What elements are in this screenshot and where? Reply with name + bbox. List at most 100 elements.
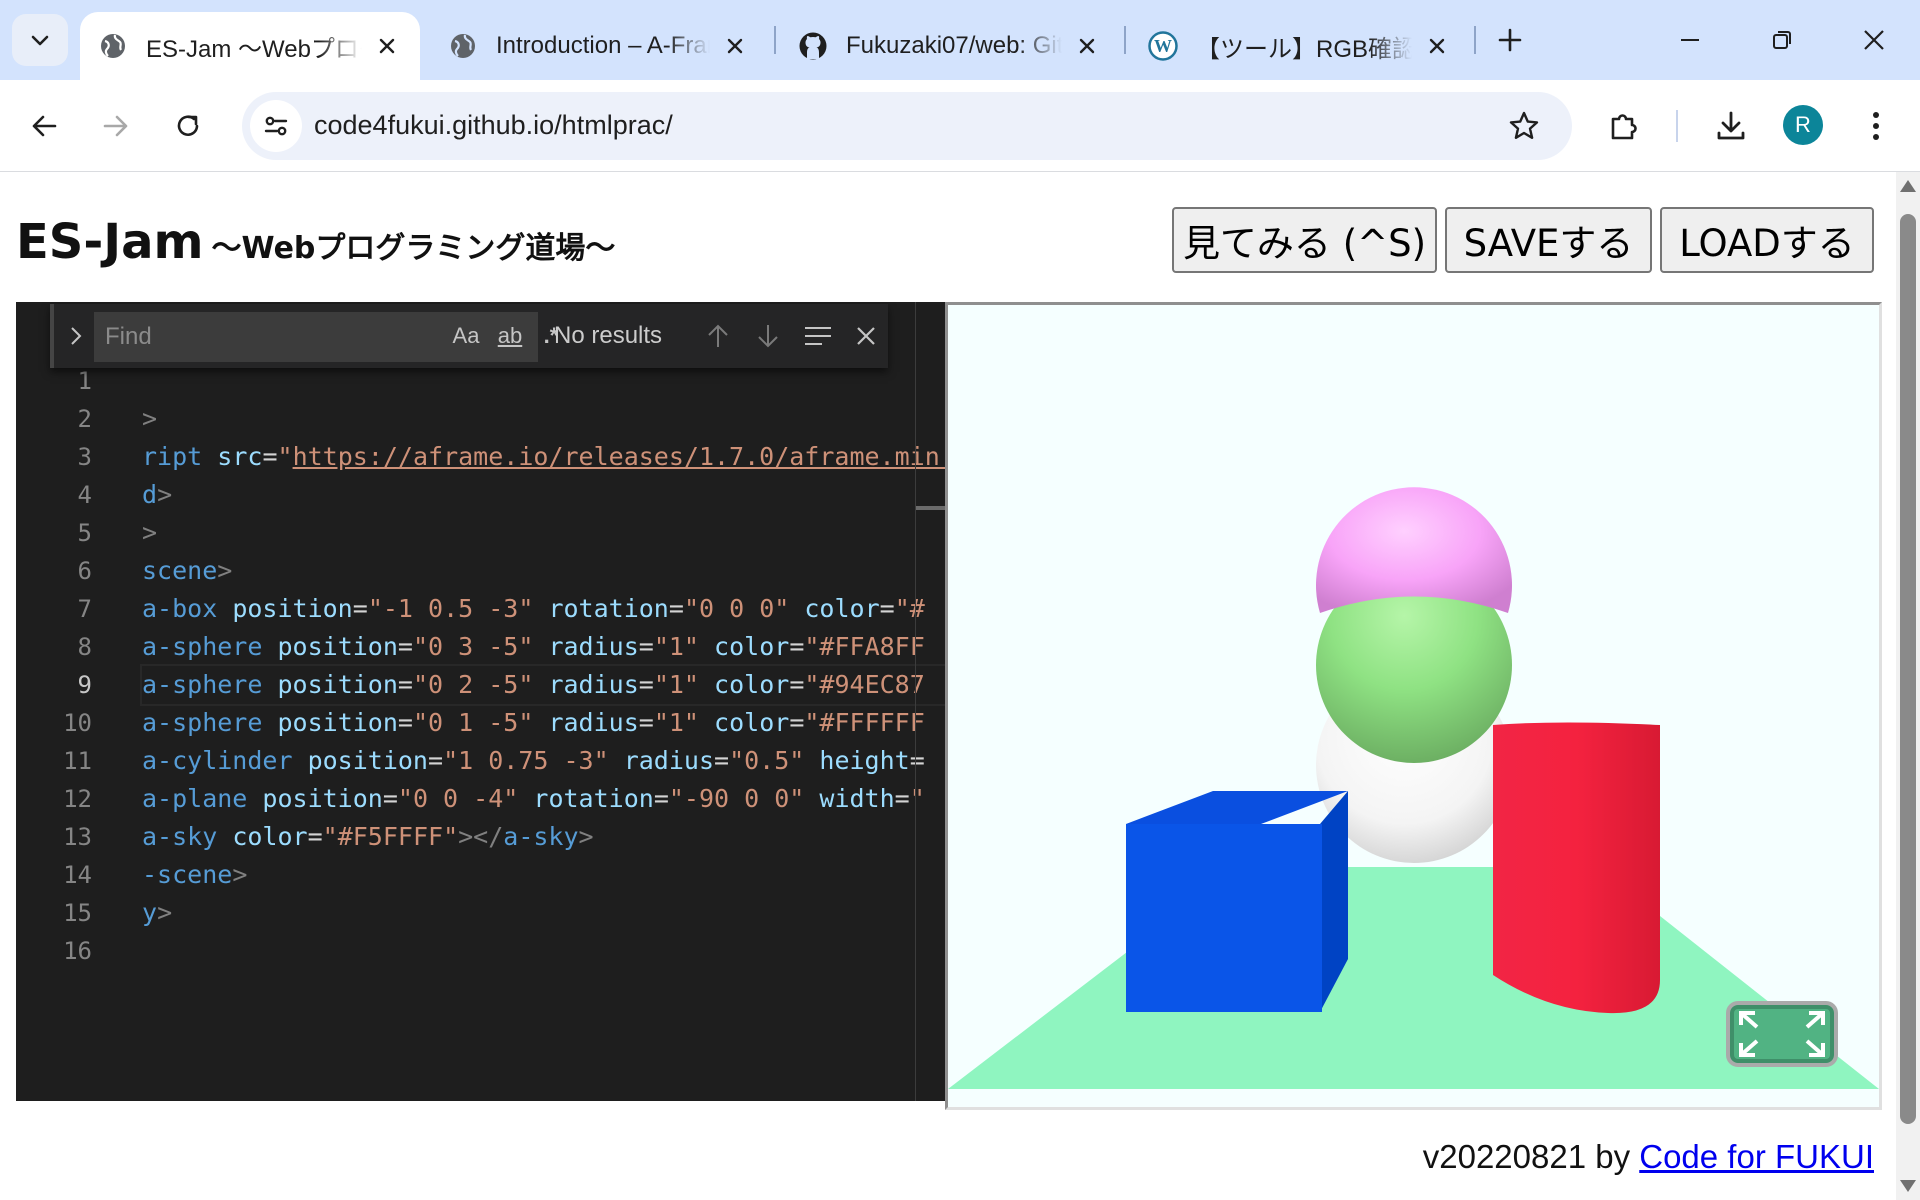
code-token: = (307, 822, 323, 851)
code-editor[interactable]: 1 2 3 4 5 6 7 8 9 10 11 12 13 14 15 16 > ript src="https… (16, 302, 945, 1101)
code-token: = (879, 594, 895, 623)
page-scrollbar[interactable] (1896, 172, 1920, 1200)
code-token: "#FFFFFF (804, 708, 925, 737)
code-token: "-90 0 0" (668, 784, 805, 813)
bookmark-star-button[interactable] (1506, 108, 1542, 144)
code-token: position (277, 670, 398, 699)
aframe-scene[interactable] (948, 305, 1879, 1107)
next-match-button[interactable] (750, 318, 786, 354)
new-tab-button[interactable] (1488, 18, 1532, 62)
tab-rgb-tool[interactable]: W 【ツール】RGB確認ツール (1130, 12, 1470, 80)
editor-scrollbar-thumb[interactable] (916, 506, 945, 510)
toggle-replace-button[interactable] (64, 320, 88, 352)
tab-aframe-intro[interactable]: Introduction – A-Frame (430, 12, 768, 80)
line-number: 7 (77, 595, 92, 623)
code-line[interactable]: a-cylinder position="1 0.75 -3" radius="… (142, 742, 945, 780)
code-token: = (428, 746, 444, 775)
code-token: a-box (142, 594, 218, 623)
code-token: ript (142, 442, 203, 471)
code-token: color (232, 822, 308, 851)
window-close-button[interactable] (1844, 14, 1904, 66)
code-token: > (578, 822, 594, 851)
code-token: radius (623, 746, 715, 775)
code-token: = (638, 708, 654, 737)
close-icon (857, 327, 875, 345)
code-line[interactable] (142, 932, 945, 970)
code-line[interactable]: a-sky color="#F5FFFF"></a-sky> (142, 818, 945, 856)
wordpress-icon: W (1148, 31, 1178, 61)
reload-button[interactable] (164, 102, 212, 150)
code-area[interactable]: > ript src="https://aframe.io/releases/1.… (140, 362, 945, 970)
code-line[interactable]: scene> (142, 552, 945, 590)
scroll-up-arrow[interactable] (1900, 180, 1916, 192)
scroll-down-arrow[interactable] (1900, 1180, 1916, 1192)
tab-esjam[interactable]: ES-Jam 〜Webプログラミング道場〜 (80, 12, 420, 80)
code-token: a-sphere (142, 670, 263, 699)
code-token: = (397, 708, 413, 737)
code-token: > (142, 518, 158, 547)
minimize-button[interactable] (1660, 14, 1720, 66)
restore-button[interactable] (1752, 14, 1812, 66)
browser-menu-button[interactable] (1852, 102, 1900, 150)
code-token: color (804, 594, 880, 623)
tab-search-button[interactable] (12, 14, 68, 66)
back-button[interactable] (20, 102, 68, 150)
load-button[interactable]: LOADする (1660, 207, 1874, 273)
close-icon[interactable] (1422, 31, 1452, 61)
code-line[interactable]: a-sphere position="0 2 -5" radius="1" co… (140, 664, 945, 706)
tab-title: 【ツール】RGB確認ツール (1196, 35, 1412, 63)
find-close-button[interactable] (848, 318, 884, 354)
code-token: = (262, 442, 278, 471)
code-line[interactable]: a-box position="-1 0.5 -3" rotation="0 0… (142, 590, 945, 628)
code-line[interactable]: -scene> (142, 856, 945, 894)
star-icon (1509, 111, 1539, 139)
code-line[interactable]: a-sphere position="0 1 -5" radius="1" co… (142, 704, 945, 742)
site-info-button[interactable] (250, 100, 302, 152)
page-scrollbar-thumb[interactable] (1900, 214, 1916, 1124)
address-bar[interactable]: code4fukui.github.io/htmlprac/ (242, 92, 1572, 160)
save-button[interactable]: SAVEする (1445, 207, 1652, 273)
close-icon[interactable] (720, 31, 750, 61)
find-in-selection-button[interactable] (800, 318, 836, 354)
extensions-button[interactable] (1600, 102, 1648, 150)
code-token: = (352, 594, 368, 623)
code-line[interactable]: > (142, 400, 945, 438)
previous-match-button[interactable] (700, 318, 736, 354)
code-line[interactable]: > (142, 514, 945, 552)
editor-scrollbar-track[interactable] (915, 302, 916, 1101)
code-for-fukui-link[interactable]: Code for FUKUI (1639, 1138, 1874, 1175)
arrow-left-icon (32, 115, 57, 137)
code-token: radius (548, 708, 639, 737)
selection-icon (805, 327, 831, 345)
vr-mode-button[interactable] (1726, 1001, 1838, 1067)
code-token: radius (548, 670, 639, 699)
reload-icon (177, 115, 199, 136)
code-line[interactable]: ript src="https://aframe.io/releases/1.7… (142, 438, 945, 476)
forward-button[interactable] (92, 102, 140, 150)
whole-word-toggle[interactable]: ab (490, 320, 530, 352)
tab-github[interactable]: Fukuzaki07/web: GitHub (780, 12, 1120, 80)
code-token: "0.5" (729, 746, 805, 775)
code-line[interactable]: a-plane position="0 0 -4" rotation="-90 … (142, 780, 945, 818)
code-token: = (668, 594, 684, 623)
toolbar-separator (1676, 110, 1678, 142)
code-line[interactable]: a-sphere position="0 3 -5" radius="1" co… (142, 628, 945, 666)
view-button[interactable]: 見てみる (^S) (1172, 207, 1437, 273)
close-icon[interactable] (1072, 31, 1102, 61)
code-line[interactable]: d> (142, 476, 945, 514)
line-number: 8 (77, 633, 92, 661)
url-text[interactable]: code4fukui.github.io/htmlprac/ (314, 110, 673, 141)
close-icon[interactable] (372, 31, 402, 61)
match-case-toggle[interactable]: Aa (448, 320, 484, 352)
downloads-button[interactable] (1707, 102, 1755, 150)
profile-avatar[interactable]: R (1783, 105, 1823, 145)
code-token: -scene (142, 860, 233, 889)
code-line[interactable]: y> (142, 894, 945, 932)
preview-pane[interactable] (945, 302, 1882, 1110)
